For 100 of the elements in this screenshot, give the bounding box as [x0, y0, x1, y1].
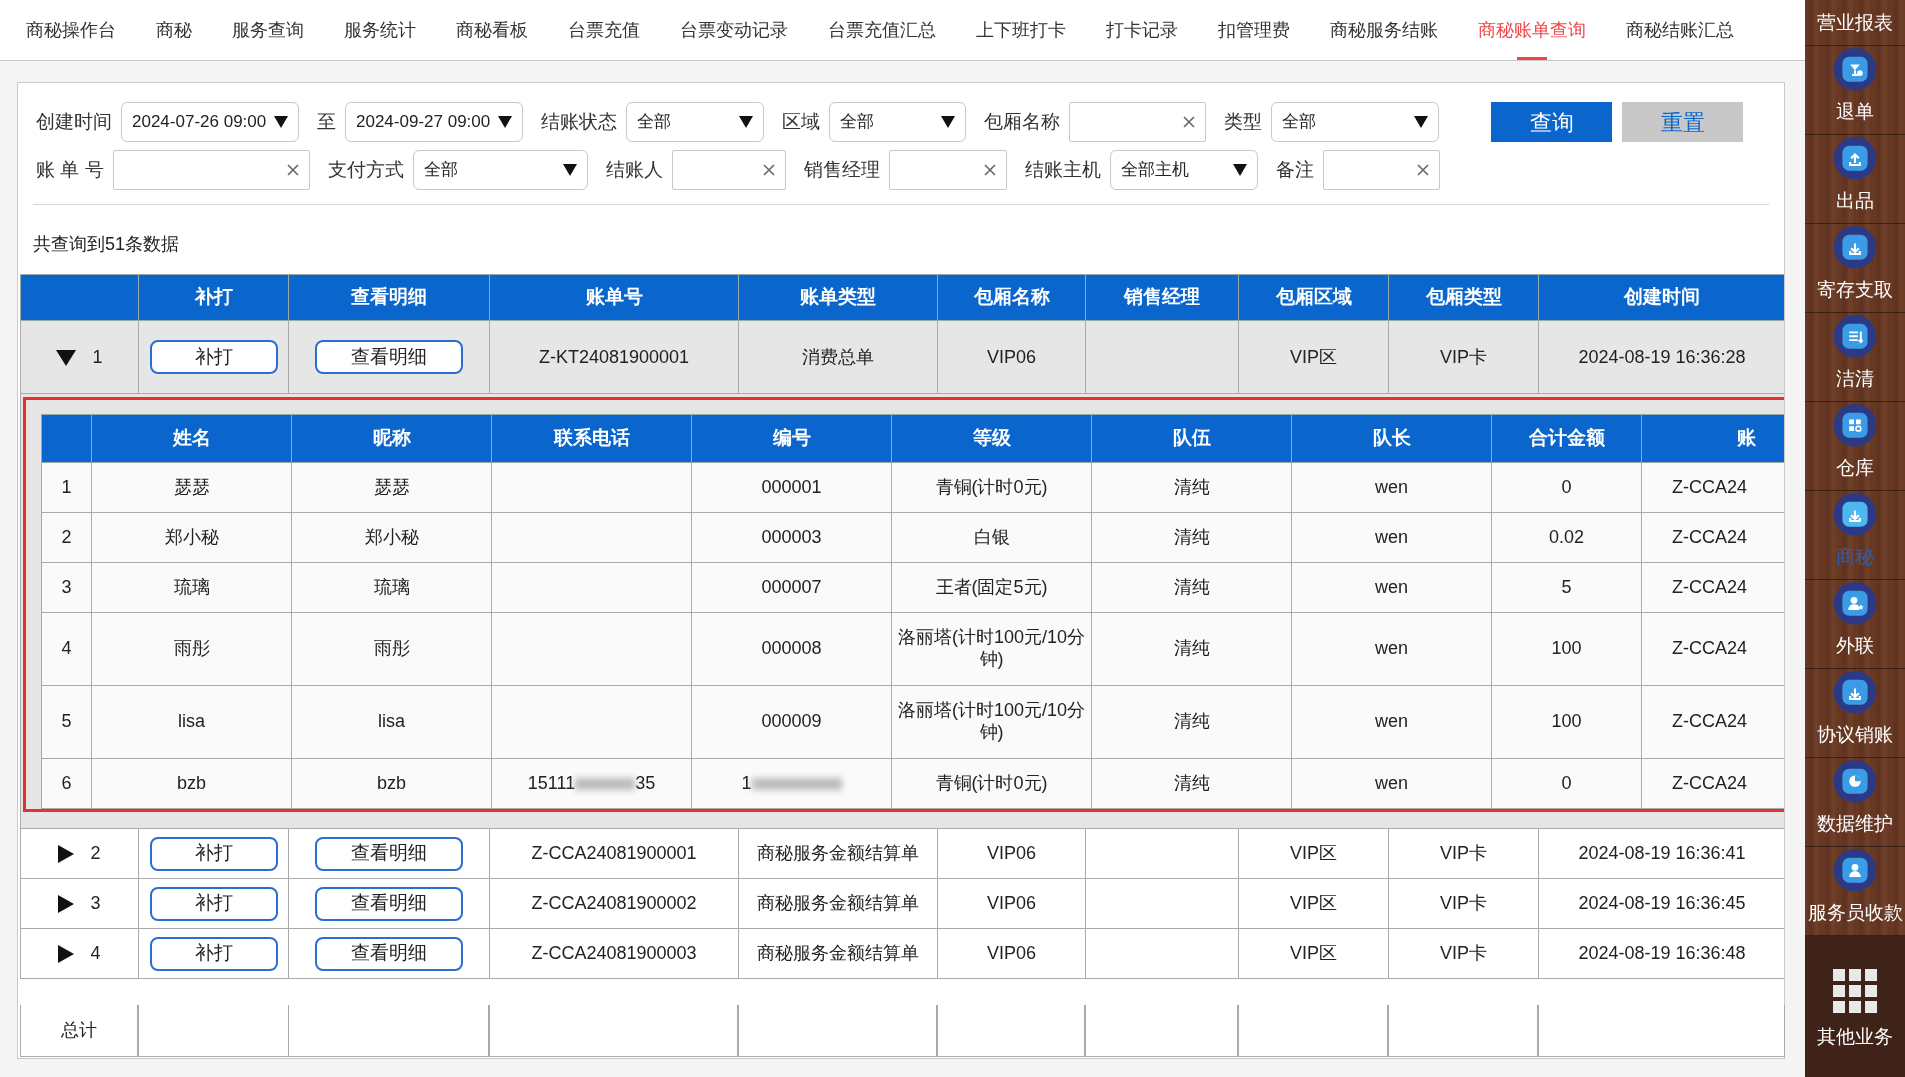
table-cell: 郑小秘 [91, 512, 292, 563]
expand-triangle-icon[interactable] [58, 845, 75, 864]
search-button[interactable]: 查询 [1491, 102, 1612, 142]
code-prefix: 1 [741, 772, 752, 793]
view-details-button[interactable]: 查看明细 [315, 886, 463, 921]
column-header: 等级 [891, 414, 1092, 463]
result-count: 共查询到51条数据 [32, 233, 181, 256]
sidebar-item[interactable]: 退单 [1805, 46, 1905, 135]
table-cell: VIP06 [937, 928, 1086, 979]
table-cell: VIP06 [937, 320, 1086, 394]
input-field[interactable] [1322, 150, 1440, 190]
dropdown[interactable]: 全部 [1271, 102, 1439, 142]
column-header: 账单号 [489, 274, 739, 321]
table-cell: 青铜(计时0元) [891, 758, 1092, 809]
column-header: 编号 [691, 414, 892, 463]
sidebar-item[interactable]: 仓库 [1805, 402, 1905, 491]
clear-icon[interactable] [1416, 164, 1429, 176]
reprint-button[interactable]: 补打 [149, 836, 278, 871]
clear-icon[interactable] [1183, 116, 1195, 128]
clear-icon[interactable] [762, 164, 775, 176]
download-tray-icon [1832, 670, 1878, 715]
nav-tab[interactable]: 商秘操作台 [6, 0, 136, 60]
table-cell: 王者(固定5元) [891, 562, 1092, 613]
clear-icon[interactable] [286, 164, 299, 176]
row-number: 2 [90, 843, 101, 863]
expand-triangle-icon[interactable] [58, 945, 75, 964]
total-label: 总计 [61, 1019, 97, 1042]
nav-tab[interactable]: 商秘看板 [436, 0, 548, 60]
sidebar-item[interactable]: 协议销账 [1805, 669, 1905, 758]
row-number: 6 [41, 758, 92, 809]
column-header: 销售经理 [1085, 274, 1239, 321]
sidebar-item[interactable]: 外联 [1805, 580, 1905, 669]
dropdown[interactable]: 2024-09-27 09:00 [345, 102, 523, 142]
grid-icon [1833, 968, 1877, 1013]
nav-tab[interactable]: 台票变动记录 [660, 0, 808, 60]
input-field[interactable] [888, 150, 1007, 190]
phone-suffix: 35 [635, 772, 656, 793]
column-header: 包厢类型 [1388, 274, 1539, 321]
table-cell: 清纯 [1091, 462, 1292, 513]
sidebar-item[interactable]: 寄存支取 [1805, 224, 1905, 313]
dropdown[interactable]: 全部 [829, 102, 966, 142]
nav-tab[interactable]: 台票充值 [548, 0, 660, 60]
field-label: 销售经理 [803, 157, 880, 182]
sidebar-item[interactable]: 出品 [1805, 135, 1905, 224]
input-field[interactable] [112, 150, 310, 190]
view-details-button[interactable]: 查看明细 [315, 936, 463, 971]
reprint-button[interactable]: 补打 [149, 886, 278, 921]
nav-tab[interactable]: 台票充值汇总 [808, 0, 956, 60]
nav-tab[interactable]: 商秘结账汇总 [1606, 0, 1754, 60]
nav-tab[interactable]: 商秘服务结账 [1310, 0, 1458, 60]
dropdown[interactable]: 全部 [626, 102, 764, 142]
table-cell: VIP区 [1238, 320, 1389, 394]
table-cell: 商秘服务金额结算单 [738, 928, 938, 979]
dropdown[interactable]: 全部 [412, 150, 588, 190]
field-label: 结账状态 [541, 109, 617, 134]
table-cell: wen [1291, 512, 1492, 563]
sidebar-item[interactable]: 数据维护 [1805, 758, 1905, 847]
nav-tab[interactable]: 打卡记录 [1086, 0, 1198, 60]
row-number: 4 [41, 612, 92, 686]
column-header: 队长 [1291, 414, 1492, 463]
table-cell: VIP卡 [1388, 928, 1539, 979]
table-cell: Z-CCA24 [1672, 526, 1747, 547]
input-field[interactable] [1069, 102, 1206, 142]
field-label: 至 [317, 109, 336, 134]
nav-tab[interactable]: 商秘 [136, 0, 212, 60]
field-label: 区域 [782, 109, 820, 134]
dropdown[interactable]: 全部主机 [1109, 150, 1258, 190]
pie-chart-icon [1832, 759, 1878, 804]
table-cell: bzb [91, 758, 292, 809]
nav-tab[interactable]: 服务统计 [324, 0, 436, 60]
sidebar-item[interactable]: 洁清 [1805, 313, 1905, 402]
table-cell: 0 [1491, 758, 1642, 809]
column-header: 账 [1641, 414, 1784, 463]
sidebar-item[interactable]: 服务员收款 [1805, 847, 1905, 936]
nav-tab[interactable]: 上下班打卡 [956, 0, 1086, 60]
table-cell: 雨彤 [91, 612, 292, 686]
column-header: 包厢区域 [1238, 274, 1389, 321]
nav-tab[interactable]: 商秘账单查询 [1458, 0, 1606, 60]
nav-tab[interactable]: 服务查询 [212, 0, 324, 60]
input-field[interactable] [671, 150, 786, 190]
field-label: 账 单 号 [36, 157, 104, 182]
sidebar-item[interactable]: 营业报表 [1805, 0, 1905, 46]
sidebar-item[interactable]: 其他业务 [1805, 936, 1905, 1077]
view-details-button[interactable]: 查看明细 [315, 836, 463, 871]
table-cell: wen [1291, 462, 1492, 513]
table-cell: 清纯 [1091, 758, 1292, 809]
clear-icon[interactable] [983, 164, 996, 176]
collapse-triangle-icon[interactable] [56, 349, 77, 366]
view-details-button[interactable]: 查看明细 [315, 340, 463, 374]
dropdown[interactable]: 2024-07-26 09:00 [121, 102, 299, 142]
reprint-button[interactable]: 补打 [149, 340, 278, 374]
table-cell: VIP卡 [1388, 878, 1539, 929]
table-cell: Z-CCA24 [1672, 772, 1747, 793]
nav-tab[interactable]: 扣管理费 [1198, 0, 1310, 60]
table-cell: 清纯 [1091, 612, 1292, 686]
reprint-button[interactable]: 补打 [149, 936, 278, 971]
table-cell: 清纯 [1091, 512, 1292, 563]
table-cell: wen [1291, 612, 1492, 686]
expand-triangle-icon[interactable] [58, 895, 75, 914]
table-cell: Z-CCA24 [1672, 476, 1747, 497]
